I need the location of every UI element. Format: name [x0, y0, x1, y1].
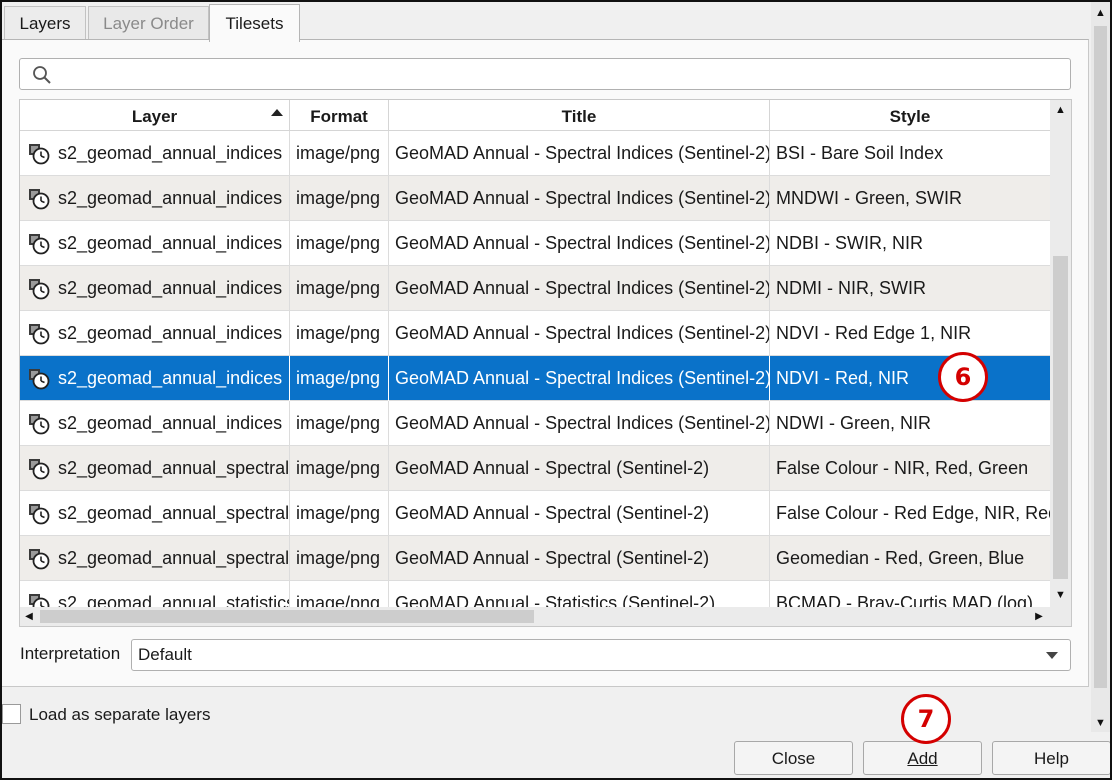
cell-layer: s2_geomad_annual_indices [20, 401, 290, 446]
cell-format: image/png [290, 581, 389, 607]
table-row[interactable]: s2_geomad_annual_spectral image/png GeoMAD… [20, 536, 1050, 581]
table-row[interactable]: s2_geomad_annual_indices image/png GeoMAD … [20, 131, 1050, 176]
table-hscroll-thumb[interactable] [40, 610, 534, 623]
cell-layer: s2_geomad_annual_indices [20, 311, 290, 356]
table-row[interactable]: s2_geomad_annual_indices image/png GeoMAD … [20, 356, 1050, 401]
table-horizontal-scrollbar[interactable]: ◀ ▶ [20, 607, 1050, 626]
scroll-right-icon[interactable]: ▶ [1030, 607, 1048, 626]
cell-layer: s2_geomad_annual_indices [20, 356, 290, 401]
interpretation-select[interactable]: Default [131, 639, 1071, 671]
help-button[interactable]: Help [992, 741, 1111, 775]
cell-format: image/png [290, 221, 389, 266]
cell-layer: s2_geomad_annual_indices [20, 131, 290, 176]
column-header-style[interactable]: Style [770, 100, 1050, 131]
cell-title: GeoMAD Annual - Spectral (Sentinel-2) [389, 491, 770, 536]
tileset-table: Layer Format Title Style s2_geomad_annua… [19, 99, 1072, 627]
scroll-up-icon[interactable]: ▲ [1050, 100, 1071, 120]
table-row[interactable]: s2_geomad_annual_indices image/png GeoMAD … [20, 176, 1050, 221]
interpretation-label: Interpretation [20, 644, 121, 663]
tab-layers[interactable]: Layers [4, 6, 86, 40]
table-body: s2_geomad_annual_indices image/png GeoMAD … [20, 131, 1050, 607]
scroll-left-icon[interactable]: ◀ [20, 607, 38, 626]
cell-format: image/png [290, 536, 389, 581]
dialog-scroll-thumb[interactable] [1094, 26, 1107, 688]
cell-layer: s2_geomad_annual_spectral [20, 446, 290, 491]
search-input[interactable] [62, 63, 1052, 85]
search-box[interactable] [19, 58, 1071, 90]
cell-layer: s2_geomad_annual_indices [20, 266, 290, 311]
add-button[interactable]: Add [863, 741, 982, 775]
cell-layer: s2_geomad_annual_indices [20, 221, 290, 266]
cell-title: GeoMAD Annual - Spectral Indices (Sentin… [389, 401, 770, 446]
cell-style: MNDWI - Green, SWIR [776, 188, 963, 208]
cell-format: image/png [290, 311, 389, 356]
cell-layer: s2_geomad_annual_spectral [20, 536, 290, 581]
cell-style: NDMI - NIR, SWIR [776, 278, 926, 298]
tab-bar: Layers Layer Order Tilesets [2, 2, 1088, 42]
cell-format: image/png [290, 491, 389, 536]
scroll-corner [1050, 607, 1071, 626]
load-separate-checkbox[interactable] [2, 704, 21, 724]
scroll-down-icon[interactable]: ▼ [1091, 714, 1110, 732]
table-row[interactable]: s2_geomad_annual_spectral image/png GeoMAD… [20, 491, 1050, 536]
cell-title: GeoMAD Annual - Spectral (Sentinel-2) [389, 446, 770, 491]
cell-title: GeoMAD Annual - Spectral Indices (Sentin… [389, 266, 770, 311]
load-separate-label: Load as separate layers [29, 705, 211, 724]
add-button-label: Add [907, 749, 938, 768]
column-header-title[interactable]: Title [389, 100, 770, 131]
table-header: Layer Format Title Style [20, 100, 1050, 131]
cell-title: GeoMAD Annual - Spectral Indices (Sentin… [389, 131, 770, 176]
cell-layer: s2_geomad_annual_spectral [20, 491, 290, 536]
scroll-up-icon[interactable]: ▲ [1091, 4, 1110, 22]
cell-style: False Colour - Red Edge, NIR, Red [776, 503, 1050, 523]
cell-style: NDVI - Red, NIR [776, 368, 910, 388]
table-row[interactable]: s2_geomad_annual_indices image/png GeoMAD … [20, 311, 1050, 356]
cell-layer: s2_geomad_annual_indices [20, 176, 290, 221]
cell-style: NDBI - SWIR, NIR [776, 233, 923, 253]
scroll-down-icon[interactable]: ▼ [1050, 585, 1071, 605]
cell-format: image/png [290, 266, 389, 311]
chevron-down-icon [1046, 652, 1058, 659]
table-row[interactable]: s2_geomad_annual_spectral image/png GeoMAD… [20, 446, 1050, 491]
table-row[interactable]: s2_geomad_annual_statistics image/png GeoM… [20, 581, 1050, 607]
sort-ascending-icon [271, 109, 283, 116]
cell-style: NDWI - Green, NIR [776, 413, 932, 433]
cell-layer: s2_geomad_annual_statistics [20, 581, 290, 607]
cell-style: NDVI - Red Edge 1, NIR [776, 323, 972, 343]
cell-title: GeoMAD Annual - Spectral Indices (Sentin… [389, 356, 770, 401]
cell-style: False Colour - NIR, Red, Green [776, 458, 1029, 478]
cell-style: BCMAD - Bray-Curtis MAD (log) [776, 593, 1034, 607]
cell-title: GeoMAD Annual - Spectral Indices (Sentin… [389, 221, 770, 266]
cell-title: GeoMAD Annual - Spectral Indices (Sentin… [389, 176, 770, 221]
close-button[interactable]: Close [734, 741, 853, 775]
table-vertical-scrollbar[interactable]: ▲ ▼ [1050, 100, 1071, 607]
column-header-format[interactable]: Format [290, 100, 389, 131]
cell-format: image/png [290, 356, 389, 401]
cell-title: GeoMAD Annual - Statistics (Sentinel-2) [389, 581, 770, 607]
table-row[interactable]: s2_geomad_annual_indices image/png GeoMAD … [20, 221, 1050, 266]
cell-style: Geomedian - Red, Green, Blue [776, 548, 1025, 568]
search-icon [33, 66, 51, 84]
table-row[interactable]: s2_geomad_annual_indices image/png GeoMAD … [20, 266, 1050, 311]
dialog-scrollbar[interactable]: ▲ ▼ [1091, 2, 1110, 732]
callout-add: 7 [901, 694, 951, 744]
column-header-layer[interactable]: Layer [20, 100, 290, 131]
column-header-label: Layer [131, 107, 178, 126]
tab-layer-order[interactable]: Layer Order [88, 6, 209, 40]
cell-format: image/png [290, 176, 389, 221]
tab-tilesets[interactable]: Tilesets [209, 4, 300, 42]
cell-format: image/png [290, 401, 389, 446]
cell-style: BSI - Bare Soil Index [776, 143, 944, 163]
cell-title: GeoMAD Annual - Spectral (Sentinel-2) [389, 536, 770, 581]
cell-format: image/png [290, 446, 389, 491]
cell-format: image/png [290, 131, 389, 176]
cell-title: GeoMAD Annual - Spectral Indices (Sentin… [389, 311, 770, 356]
interpretation-value: Default [138, 645, 192, 664]
table-vscroll-thumb[interactable] [1053, 256, 1068, 579]
callout-select-row: 6 [938, 352, 988, 402]
table-row[interactable]: s2_geomad_annual_indices image/png GeoMAD … [20, 401, 1050, 446]
